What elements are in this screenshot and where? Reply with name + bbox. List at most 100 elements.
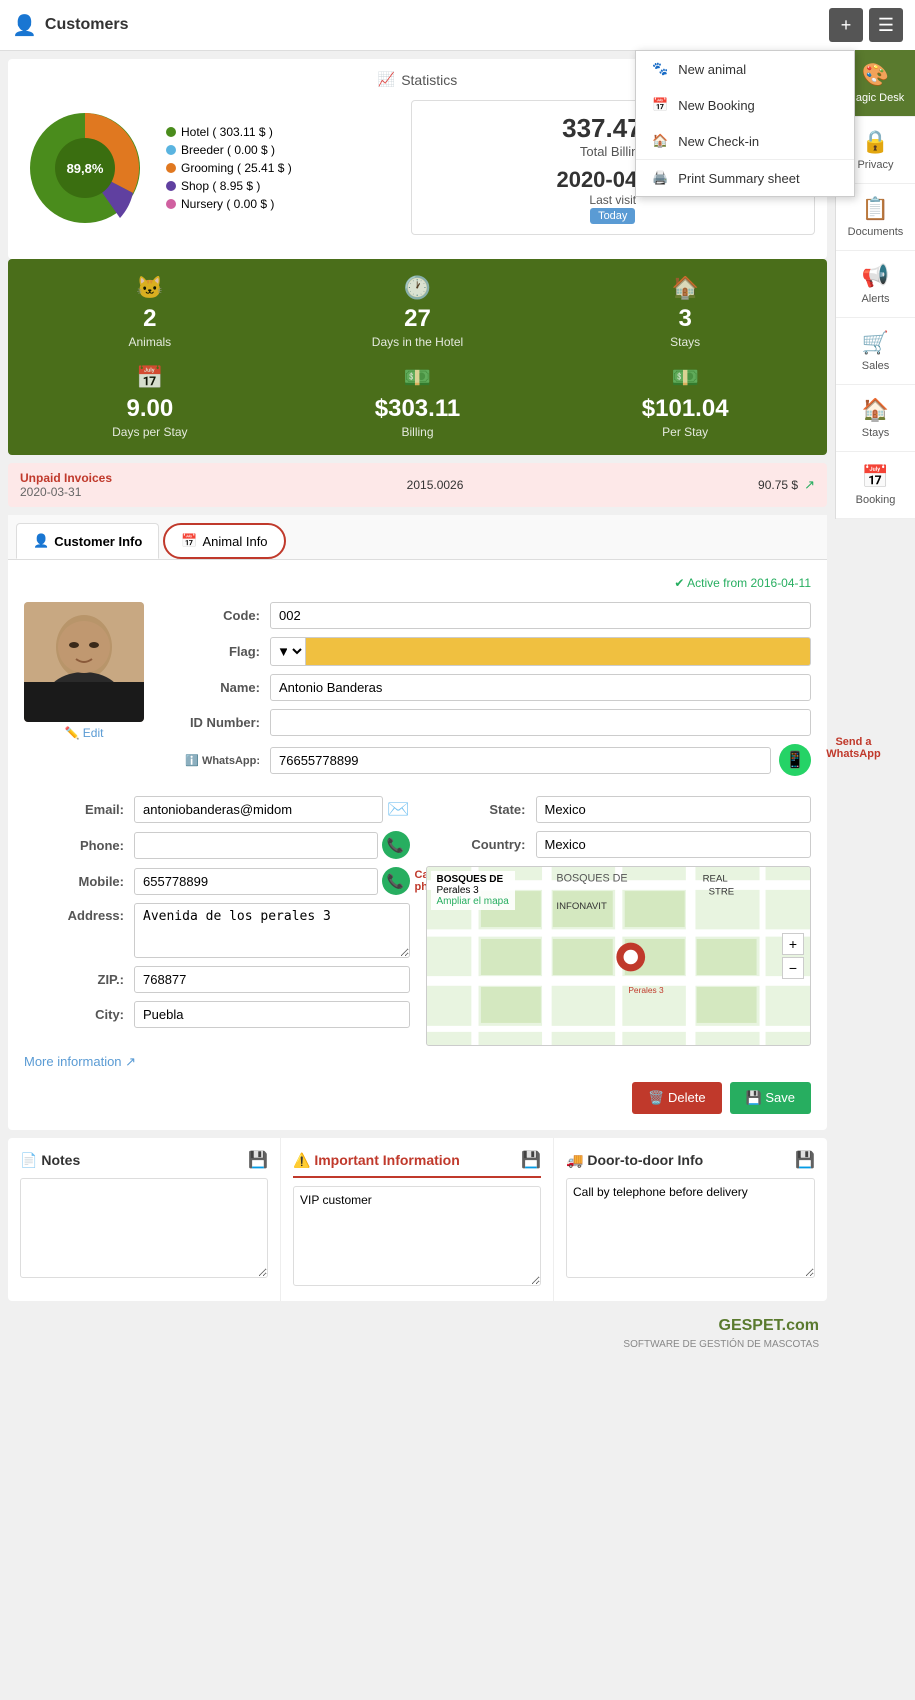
- svg-text:STRE: STRE: [708, 887, 734, 898]
- notes-header: 📄 Notes 💾: [20, 1150, 268, 1170]
- clock-icon: 🕐: [404, 275, 431, 301]
- sidebar-item-sales[interactable]: 🛒 Sales: [836, 318, 915, 385]
- svg-text:Perales 3: Perales 3: [628, 985, 664, 995]
- state-input[interactable]: [536, 796, 812, 823]
- form-actions: 🗑️ Delete 💾 Save: [24, 1082, 811, 1114]
- money2-icon: 💵: [671, 365, 698, 391]
- map-expand-link[interactable]: Ampliar el mapa: [437, 896, 509, 907]
- edit-link[interactable]: ✏️ Edit: [24, 726, 144, 740]
- pie-legend: Hotel ( 303.11 $ ) Breeder ( 0.00 $ ) Gr…: [166, 125, 292, 211]
- legend-breeder: Breeder ( 0.00 $ ): [166, 143, 292, 157]
- svg-text:REAL: REAL: [702, 873, 728, 884]
- country-input[interactable]: [536, 831, 812, 858]
- email-input[interactable]: [134, 796, 383, 823]
- stat-days-per-stay: 📅 9.00 Days per Stay: [24, 365, 276, 439]
- code-input[interactable]: [270, 602, 811, 629]
- important-save-icon[interactable]: 💾: [521, 1150, 541, 1170]
- email-row: Email: ✉️: [24, 796, 410, 823]
- dropdown-new-animal[interactable]: 🐾 New animal: [636, 51, 854, 87]
- code-row: Code:: [160, 602, 811, 629]
- house-icon: 🏠: [671, 275, 698, 301]
- person-icon: 👤: [33, 533, 49, 549]
- profile-photo: [24, 602, 144, 722]
- zip-row: ZIP.:: [24, 966, 410, 993]
- whatsapp-row: ℹ️ WhatsApp: 📱 Send a WhatsApp: [160, 744, 811, 776]
- tab-animal-info[interactable]: 📅 Animal Info: [163, 523, 285, 559]
- call-phone-button[interactable]: 📞: [382, 831, 410, 859]
- tab-customer-info[interactable]: 👤 Customer Info: [16, 523, 159, 559]
- palette-icon: 🎨: [862, 62, 889, 88]
- door-save-icon[interactable]: 💾: [795, 1150, 815, 1170]
- stat-days-hotel: 🕐 27 Days in the Hotel: [292, 275, 544, 349]
- stat-billing: 💵 $303.11 Billing: [292, 365, 544, 439]
- mobile-input[interactable]: [134, 868, 378, 895]
- call-mobile-button[interactable]: 📞: [382, 867, 410, 895]
- home-icon: 🏠: [652, 133, 668, 149]
- notes-save-icon[interactable]: 💾: [248, 1150, 268, 1170]
- menu-button[interactable]: ☰: [869, 8, 903, 42]
- notes-section: 📄 Notes 💾: [8, 1138, 281, 1301]
- legend-hotel: Hotel ( 303.11 $ ): [166, 125, 292, 139]
- billing-visit: Last visit: [589, 193, 636, 207]
- profile-photo-area: ✏️ Edit: [24, 602, 144, 784]
- name-input[interactable]: [270, 674, 811, 701]
- important-textarea[interactable]: VIP customer: [293, 1186, 541, 1286]
- external-icon: ↗: [125, 1054, 136, 1069]
- paw-icon: 🐾: [652, 61, 668, 77]
- map-container: BOSQUES DE INFONAVIT REAL STRE Perales 3…: [426, 866, 812, 1046]
- footer: GESPET.com SOFTWARE DE GESTIÓN DE MASCOT…: [0, 1309, 835, 1358]
- external-link-icon[interactable]: ↗: [804, 477, 815, 493]
- phone-input[interactable]: [134, 832, 378, 859]
- whatsapp-input[interactable]: [270, 747, 771, 774]
- flag-field: ▼: [270, 637, 811, 666]
- booking-icon: 📅: [862, 464, 889, 490]
- send-whatsapp-label: Send a WhatsApp: [816, 736, 891, 760]
- stat-per-stay: 💵 $101.04 Per Stay: [559, 365, 811, 439]
- two-col-section: Email: ✉️ Phone: 📞: [24, 796, 811, 1046]
- customer-form: ✔ Active from 2016-04-11: [8, 560, 827, 1130]
- legend-dot-hotel: [166, 127, 176, 137]
- svg-text:BOSQUES DE: BOSQUES DE: [556, 872, 627, 884]
- map-address: BOSQUES DE Perales 3 Ampliar el mapa: [431, 871, 515, 910]
- sidebar-item-stays[interactable]: 🏠 Stays: [836, 385, 915, 452]
- more-info-link[interactable]: More information ↗: [24, 1054, 811, 1070]
- sidebar-item-booking[interactable]: 📅 Booking: [836, 452, 915, 519]
- pie-section: 89,8% Hotel ( 303.11 $ ) Breeder ( 0.00 …: [20, 100, 399, 235]
- animals-icon: 🐱: [136, 275, 163, 301]
- printer-icon: 🖨️: [652, 170, 668, 186]
- door-textarea[interactable]: Call by telephone before delivery: [566, 1178, 815, 1278]
- sidebar-item-alerts[interactable]: 📢 Alerts: [836, 251, 915, 318]
- zoom-in-button[interactable]: +: [782, 933, 804, 955]
- dropdown-print-summary[interactable]: 🖨️ Print Summary sheet: [636, 159, 854, 196]
- map-zoom-controls: + −: [782, 933, 804, 979]
- dropdown-new-booking[interactable]: 📅 New Booking: [636, 87, 854, 123]
- legend-dot-breeder: [166, 145, 176, 155]
- svg-text:89,8%: 89,8%: [67, 161, 104, 176]
- unpaid-info: Unpaid Invoices 2020-03-31: [20, 471, 112, 499]
- city-input[interactable]: [134, 1001, 410, 1028]
- calendar-icon: 📅: [652, 97, 668, 113]
- stat-animals: 🐱 2 Animals: [24, 275, 276, 349]
- info-icon: ℹ️: [185, 755, 199, 767]
- delete-button[interactable]: 🗑️ Delete: [632, 1082, 721, 1114]
- whatsapp-send-button[interactable]: 📱: [779, 744, 811, 776]
- address-input[interactable]: Avenida de los perales 3: [134, 903, 410, 958]
- dropdown-new-checkin[interactable]: 🏠 New Check-in: [636, 123, 854, 159]
- legend-dot-grooming: [166, 163, 176, 173]
- unpaid-invoices: Unpaid Invoices 2020-03-31 2015.0026 90.…: [8, 463, 827, 507]
- send-email-button[interactable]: ✉️: [387, 799, 409, 820]
- save-button[interactable]: 💾 Save: [730, 1082, 811, 1114]
- add-button[interactable]: +: [829, 8, 863, 42]
- zip-input[interactable]: [134, 966, 410, 993]
- city-row: City:: [24, 1001, 410, 1028]
- id-row: ID Number:: [160, 709, 811, 736]
- country-row: Country:: [426, 831, 812, 858]
- bottom-notes: 📄 Notes 💾 ⚠️ Important Information 💾 VIP…: [8, 1138, 827, 1301]
- zoom-out-button[interactable]: −: [782, 957, 804, 979]
- chart-icon: 📈: [378, 71, 395, 88]
- truck-icon: 🚚: [566, 1152, 583, 1168]
- flag-select[interactable]: ▼: [270, 637, 306, 666]
- profile-row: ✏️ Edit Code: Flag:: [24, 602, 811, 784]
- id-input[interactable]: [270, 709, 811, 736]
- notes-textarea[interactable]: [20, 1178, 268, 1278]
